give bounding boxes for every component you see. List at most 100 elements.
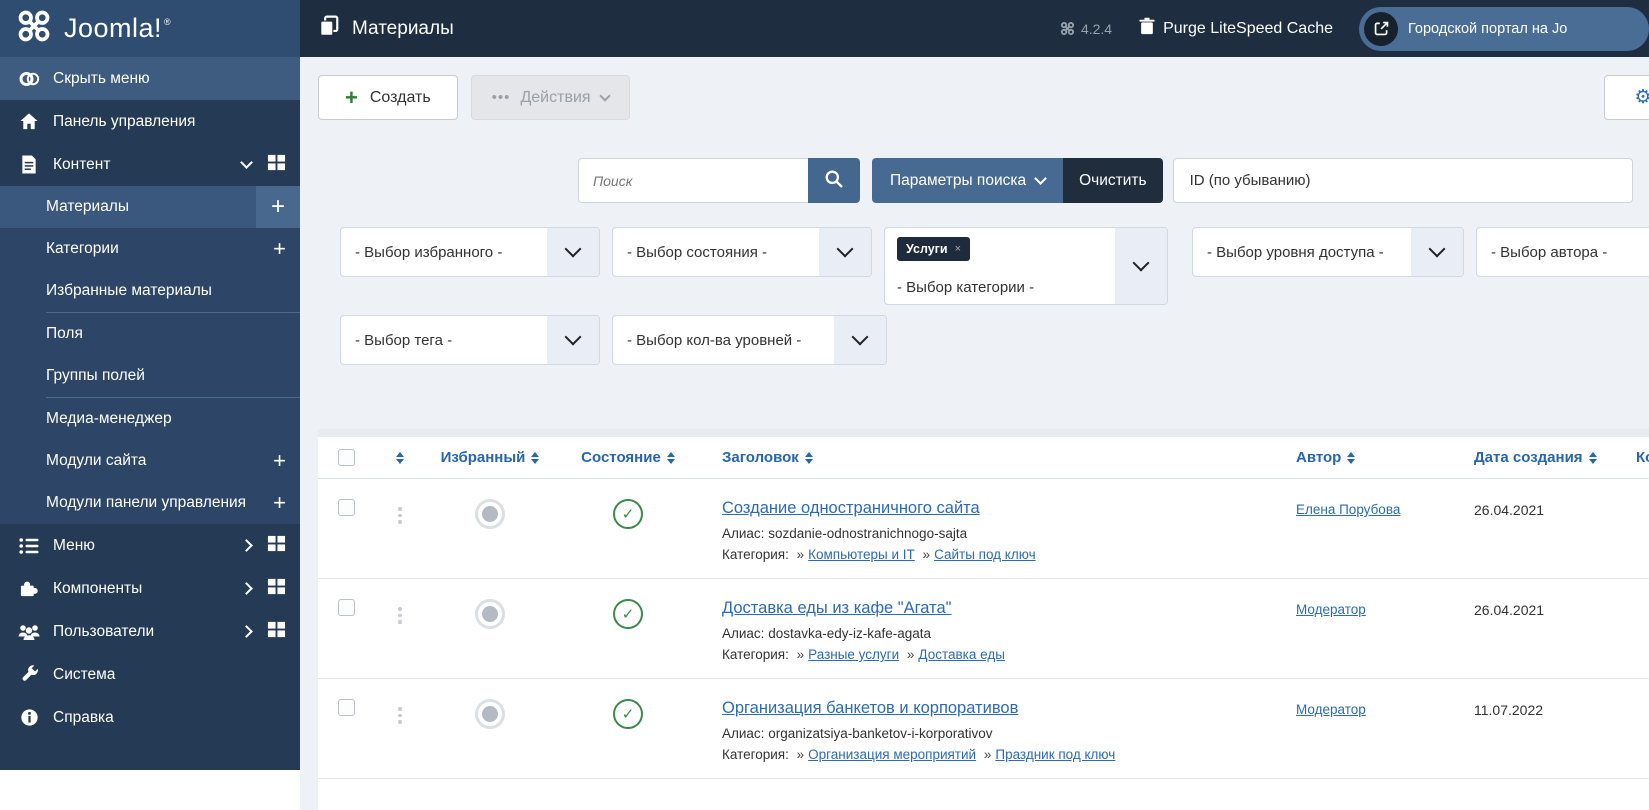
drag-handle-icon[interactable]	[398, 607, 402, 624]
row-checkbox[interactable]	[337, 599, 355, 616]
filter-levels-select[interactable]: - Выбор кол-ва уровней -	[612, 315, 887, 365]
drag-handle-icon[interactable]	[398, 707, 402, 724]
chevron-down-icon	[1115, 228, 1167, 304]
toolbar: + Создать ••• Действия ⚙ Настройки	[300, 57, 1649, 120]
filter-category-select[interactable]: Услуги × - Выбор категории -	[884, 227, 1168, 305]
sidebar-item-categories[interactable]: Категории +	[0, 228, 300, 270]
clear-button[interactable]: Очистить	[1063, 158, 1163, 203]
table-row: ✓ Организация банкетов и корпоративов Ал…	[318, 679, 1649, 779]
wrench-icon	[18, 665, 40, 684]
search-input[interactable]	[578, 158, 808, 203]
sort-order-select[interactable]: ID (по убыванию)	[1172, 158, 1633, 203]
info-icon	[18, 708, 40, 727]
article-alias: Алиас: dostavka-edy-iz-kafe-agata	[722, 626, 932, 641]
new-button[interactable]: + Создать	[318, 75, 458, 120]
remove-tag-icon[interactable]: ×	[955, 243, 961, 255]
favorite-toggle[interactable]	[475, 499, 505, 529]
grid-shortcut-icon[interactable]	[267, 620, 286, 644]
sidebar-item-components[interactable]: Компоненты	[0, 567, 300, 610]
sidebar-item-system[interactable]: Система	[0, 653, 300, 696]
header-ordering[interactable]	[374, 451, 426, 464]
ellipsis-icon: •••	[491, 89, 511, 106]
sidebar-item-fields[interactable]: Поля	[0, 313, 300, 355]
sidebar-item-help[interactable]: Справка	[0, 696, 300, 739]
grid-shortcut-icon[interactable]	[267, 153, 286, 177]
table-row: ✓ Доставка еды из кафе "Агата" Алиас: do…	[318, 579, 1649, 679]
category-link[interactable]: Сайты под ключ	[934, 547, 1036, 562]
search-options-button[interactable]: Параметры поиска	[872, 158, 1064, 203]
category-link[interactable]: Доставка еды	[918, 647, 1005, 662]
author-link[interactable]: Елена Порубова	[1296, 502, 1400, 517]
sidebar-item-featured[interactable]: Избранные материалы	[0, 270, 300, 312]
grid-shortcut-icon[interactable]	[267, 534, 286, 558]
sidebar-item-users[interactable]: Пользователи	[0, 610, 300, 653]
registered-mark: ®	[164, 16, 171, 27]
options-button[interactable]: ⚙ Настройки	[1603, 75, 1649, 120]
created-date: 26.04.2021	[1474, 602, 1545, 618]
article-title-link[interactable]: Создание одностраничного сайта	[722, 499, 980, 517]
sidebar-item-menus[interactable]: Меню	[0, 524, 300, 567]
chevron-down-icon	[240, 156, 253, 169]
header-date[interactable]: Дата создания	[1474, 449, 1636, 466]
document-icon	[18, 155, 40, 174]
sidebar-toggle[interactable]: Скрыть меню	[0, 57, 300, 100]
search-button[interactable]	[808, 158, 860, 203]
chevron-down-icon	[547, 316, 599, 364]
row-checkbox[interactable]	[337, 699, 355, 716]
article-title-link[interactable]: Организация банкетов и корпоративов	[722, 699, 1018, 717]
category-link[interactable]: Организация мероприятий	[808, 747, 976, 762]
filter-state-select[interactable]: - Выбор состояния -	[612, 227, 872, 277]
select-all-checkbox[interactable]	[337, 449, 355, 466]
article-category: Категория: » Компьютеры и IT » Сайты под к…	[722, 547, 1036, 562]
sidebar-item-content[interactable]: Контент	[0, 143, 300, 186]
table-row: ✓ Создание одностраничного сайта Алиас: …	[318, 479, 1649, 579]
category-link[interactable]: Праздник под ключ	[995, 747, 1115, 762]
sidebar-item-admin-modules[interactable]: Модули панели управления +	[0, 482, 300, 524]
published-state-icon[interactable]: ✓	[613, 499, 643, 529]
published-state-icon[interactable]: ✓	[613, 599, 643, 629]
preview-site-button[interactable]: Городской портал на Jo	[1359, 6, 1649, 51]
category-link[interactable]: Компьютеры и IT	[808, 547, 915, 562]
header-author[interactable]: Автор	[1296, 449, 1474, 466]
chevron-down-icon	[1411, 228, 1463, 276]
sort-icon	[1347, 451, 1356, 464]
actions-button[interactable]: ••• Действия	[470, 75, 630, 120]
sidebar-item-media[interactable]: Медиа-менеджер	[0, 398, 300, 440]
sidebar-item-field-groups[interactable]: Группы полей	[0, 355, 300, 397]
add-article-button[interactable]: +	[256, 186, 300, 228]
published-state-icon[interactable]: ✓	[613, 699, 643, 729]
puzzle-icon	[18, 579, 40, 598]
header-hits[interactable]: Кол-во	[1636, 449, 1649, 466]
author-link[interactable]: Модератор	[1296, 602, 1366, 617]
category-link[interactable]: Разные услуги	[808, 647, 899, 662]
grid-shortcut-icon[interactable]	[267, 577, 286, 601]
sidebar-item-dashboard[interactable]: Панель управления	[0, 100, 300, 143]
filter-access-select[interactable]: - Выбор уровня доступа -	[1192, 227, 1464, 277]
chevron-down-icon	[819, 228, 871, 276]
filter-featured-select[interactable]: - Выбор избранного -	[340, 227, 600, 277]
filter-author-select[interactable]: - Выбор автора -	[1476, 227, 1649, 277]
article-alias: Алиас: sozdanie-odnostranichnogo-sajta	[722, 526, 968, 541]
author-link[interactable]: Модератор	[1296, 702, 1366, 717]
article-title-link[interactable]: Доставка еды из кафе "Агата"	[722, 599, 952, 617]
chevron-right-icon	[240, 582, 253, 595]
header-state[interactable]: Состояние	[554, 449, 702, 466]
filter-tag-select[interactable]: - Выбор тега -	[340, 315, 600, 365]
sidebar-item-articles[interactable]: Материалы +	[0, 186, 300, 228]
created-date: 26.04.2021	[1474, 502, 1545, 518]
favorite-toggle[interactable]	[475, 699, 505, 729]
sidebar-item-site-modules[interactable]: Модули сайта +	[0, 440, 300, 482]
chevron-right-icon	[240, 539, 253, 552]
favorite-toggle[interactable]	[475, 599, 505, 629]
add-category-button[interactable]: +	[273, 238, 286, 260]
sidebar: Скрыть меню Панель управления Контент Ма…	[0, 57, 300, 770]
drag-handle-icon[interactable]	[398, 507, 402, 524]
add-admin-module-button[interactable]: +	[273, 492, 286, 514]
filter-row-2: - Выбор тега - - Выбор кол-ва уровней -	[340, 315, 1649, 365]
article-category: Категория: » Разные услуги » Доставка еды	[722, 647, 1005, 662]
header-title[interactable]: Заголовок	[702, 449, 1296, 466]
row-checkbox[interactable]	[337, 499, 355, 516]
purge-litespeed-button[interactable]: Purge LiteSpeed Cache	[1138, 16, 1333, 41]
header-favorite[interactable]: Избранный	[426, 449, 554, 466]
add-site-module-button[interactable]: +	[273, 450, 286, 472]
